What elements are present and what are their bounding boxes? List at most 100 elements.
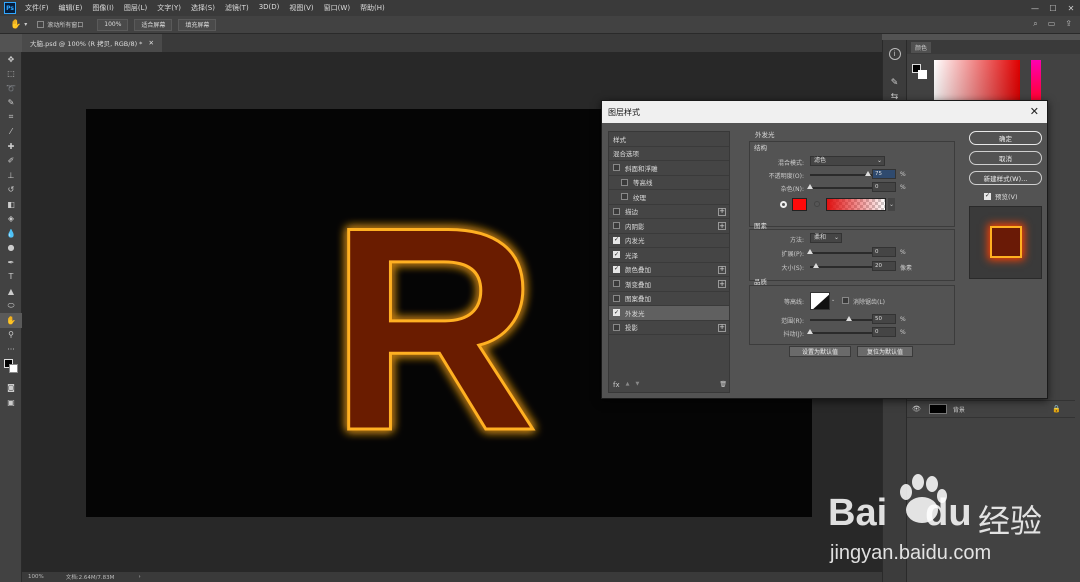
style-list-item[interactable]: 图案叠加 bbox=[609, 292, 729, 306]
panel-background-swatch[interactable] bbox=[918, 70, 927, 79]
preview-toggle[interactable]: ✓ 预览(V) bbox=[984, 191, 1018, 201]
style-list-item[interactable]: 混合选项 bbox=[609, 147, 729, 161]
opacity-slider-thumb[interactable] bbox=[864, 171, 871, 176]
cancel-button[interactable]: 取消 bbox=[969, 151, 1042, 165]
workspace-icon[interactable]: ▭ bbox=[1048, 19, 1056, 29]
new-style-button[interactable]: 新建样式(W)... bbox=[969, 171, 1042, 185]
shape-tool-icon[interactable]: ⬭ bbox=[0, 299, 22, 314]
size-input[interactable]: 20 bbox=[872, 261, 896, 271]
layer-name[interactable]: 背景 bbox=[953, 405, 965, 414]
style-checkbox[interactable] bbox=[621, 193, 628, 201]
close-tab-icon[interactable]: ✕ bbox=[148, 39, 153, 47]
add-style-icon[interactable]: + bbox=[718, 265, 726, 274]
brush-tool-icon[interactable]: ✐ bbox=[0, 154, 22, 169]
style-list-item[interactable]: ✓ 光泽 bbox=[609, 248, 729, 263]
history-brush-tool-icon[interactable]: ↺ bbox=[0, 183, 22, 198]
style-list-item[interactable]: 纹理 bbox=[609, 190, 729, 205]
add-style-icon[interactable]: + bbox=[718, 280, 726, 288]
gradient-dropdown-icon[interactable]: ⌄ bbox=[888, 198, 895, 211]
color-field[interactable] bbox=[934, 60, 1020, 100]
menu-item[interactable]: 视图(V) bbox=[284, 3, 318, 13]
style-list-item[interactable]: 渐变叠加 + bbox=[609, 277, 729, 292]
jitter-input[interactable]: 0 bbox=[872, 327, 896, 337]
screen-mode-icon[interactable]: ▣ bbox=[0, 395, 22, 410]
style-list-item[interactable]: ✓ 内发光 bbox=[609, 234, 729, 248]
style-checkbox[interactable] bbox=[621, 178, 628, 186]
style-list-item[interactable]: 样式 bbox=[609, 132, 729, 147]
range-slider-thumb[interactable] bbox=[845, 316, 852, 321]
close-window-button[interactable]: ✕ bbox=[1062, 0, 1080, 16]
style-list-item[interactable]: 斜面和浮雕 bbox=[609, 161, 729, 176]
share-icon[interactable]: ⇪ bbox=[1065, 19, 1072, 29]
eraser-tool-icon[interactable]: ◧ bbox=[0, 197, 22, 212]
contour-picker[interactable] bbox=[810, 292, 830, 310]
antialias-checkbox[interactable] bbox=[842, 297, 849, 304]
style-list-item[interactable]: ✓ 外发光 bbox=[609, 306, 729, 321]
noise-input[interactable]: 0 bbox=[872, 182, 896, 192]
move-tool-icon[interactable]: ✥ bbox=[0, 52, 22, 67]
ok-button[interactable]: 确定 bbox=[969, 131, 1042, 145]
add-style-icon[interactable]: + bbox=[718, 207, 726, 216]
dodge-tool-icon[interactable]: ● bbox=[0, 241, 22, 256]
add-style-icon[interactable]: + bbox=[718, 222, 726, 230]
type-tool-icon[interactable]: T bbox=[0, 270, 22, 285]
minimize-button[interactable]: — bbox=[1026, 0, 1044, 16]
style-checkbox[interactable] bbox=[613, 294, 620, 302]
style-checkbox[interactable] bbox=[613, 207, 620, 215]
style-checkbox[interactable]: ✓ bbox=[613, 236, 620, 244]
quick-select-tool-icon[interactable]: ✎ bbox=[0, 96, 22, 111]
add-style-icon[interactable]: + bbox=[718, 323, 726, 332]
reset-default-button[interactable]: 复位为默认值 bbox=[857, 346, 913, 357]
quick-mask-icon[interactable]: ◙ bbox=[0, 381, 22, 396]
gradient-swatch[interactable] bbox=[826, 198, 886, 211]
color-tab[interactable]: 颜色 bbox=[911, 41, 932, 53]
style-list-item[interactable]: 投影 + bbox=[609, 321, 729, 335]
spread-slider-thumb[interactable] bbox=[807, 249, 813, 254]
menu-item[interactable]: 帮助(H) bbox=[355, 3, 390, 13]
menu-item[interactable]: 图像(I) bbox=[87, 3, 119, 13]
method-select[interactable]: 柔和 ⌄ bbox=[810, 233, 842, 243]
menu-item[interactable]: 文件(F) bbox=[20, 3, 54, 13]
size-slider-thumb[interactable] bbox=[813, 263, 820, 268]
color-swatches[interactable] bbox=[0, 357, 21, 381]
set-default-button[interactable]: 设置为默认值 bbox=[789, 346, 851, 357]
menu-item[interactable]: 3D(D) bbox=[254, 3, 285, 13]
pen-tool-icon[interactable]: ✒ bbox=[0, 255, 22, 270]
fill-screen-button[interactable]: 填充屏幕 bbox=[178, 18, 217, 31]
solid-color-radio[interactable] bbox=[780, 201, 787, 208]
opacity-input[interactable]: 75 bbox=[872, 169, 896, 179]
hand-tool-icon[interactable]: ✋ bbox=[10, 20, 21, 30]
menu-item[interactable]: 选择(S) bbox=[186, 3, 220, 13]
layer-row-background[interactable]: 👁 背景 🔒 bbox=[907, 400, 1075, 418]
preview-checkbox[interactable]: ✓ bbox=[984, 192, 991, 200]
clone-stamp-tool-icon[interactable]: ⊥ bbox=[0, 168, 22, 183]
blur-tool-icon[interactable]: 💧 bbox=[0, 226, 22, 241]
menu-item[interactable]: 滤镜(T) bbox=[220, 3, 254, 13]
style-checkbox[interactable] bbox=[613, 323, 620, 331]
style-list-item[interactable]: ✓ 颜色叠加 + bbox=[609, 263, 729, 277]
trash-icon[interactable]: 🗑 bbox=[719, 381, 727, 389]
style-list-item[interactable]: 描边 + bbox=[609, 205, 729, 219]
search-icon[interactable]: ⌕ bbox=[1033, 19, 1037, 29]
healing-brush-tool-icon[interactable]: ✚ bbox=[0, 139, 22, 154]
blend-mode-select[interactable]: 滤色 ⌄ bbox=[810, 156, 885, 166]
crop-tool-icon[interactable]: ⌗ bbox=[0, 110, 22, 125]
fx-icon[interactable]: fx bbox=[613, 381, 620, 389]
style-list-item[interactable]: 内阴影 + bbox=[609, 219, 729, 234]
zoom-100-button[interactable]: 100% bbox=[97, 18, 129, 31]
style-checkbox[interactable]: ✓ bbox=[613, 265, 620, 273]
info-icon[interactable]: i bbox=[888, 48, 901, 60]
gradient-radio[interactable] bbox=[814, 201, 820, 207]
spread-input[interactable]: 0 bbox=[872, 247, 896, 257]
style-list-item[interactable]: 等高线 bbox=[609, 176, 729, 190]
style-checkbox[interactable] bbox=[613, 222, 620, 230]
menu-item[interactable]: 文字(Y) bbox=[152, 3, 186, 13]
hand-tool-icon[interactable]: ✋ bbox=[0, 313, 22, 328]
marquee-tool-icon[interactable]: ⬚ bbox=[0, 67, 22, 82]
style-checkbox[interactable]: ✓ bbox=[613, 251, 620, 259]
hue-slider[interactable] bbox=[1031, 60, 1041, 100]
jitter-slider-thumb[interactable] bbox=[807, 329, 813, 334]
status-zoom[interactable]: 100% bbox=[28, 574, 44, 580]
menu-item[interactable]: 编辑(E) bbox=[54, 3, 88, 13]
scroll-all-windows-checkbox[interactable]: 滚动所有窗口 bbox=[37, 20, 83, 29]
